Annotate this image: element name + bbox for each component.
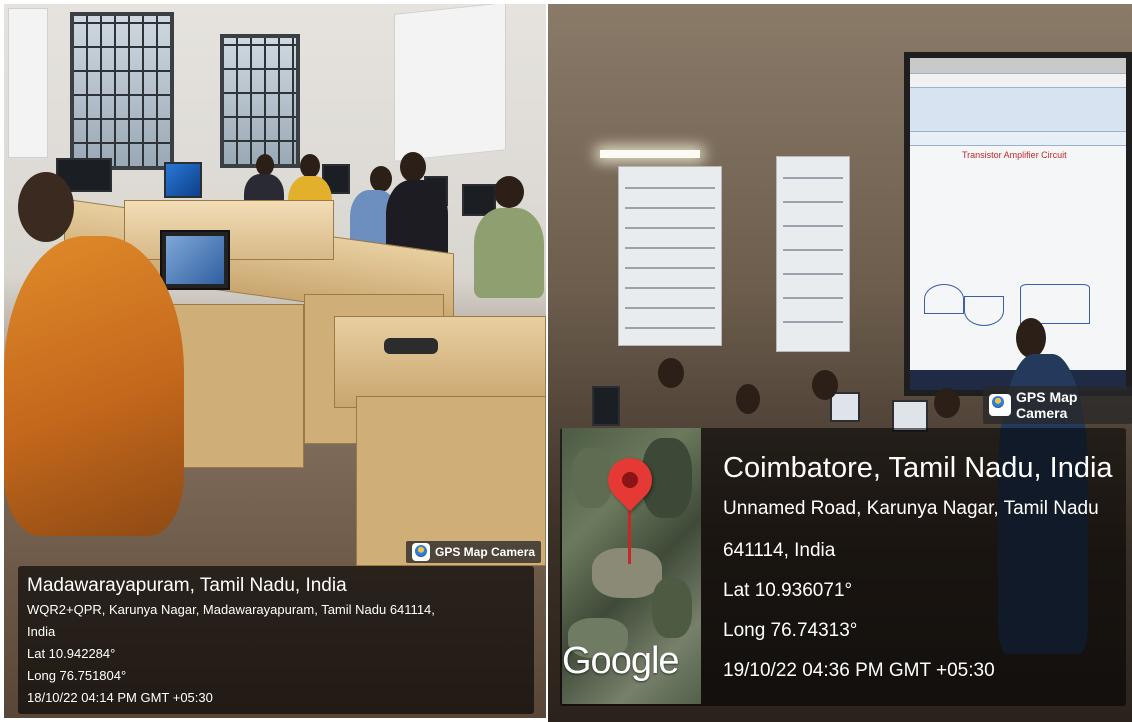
student <box>658 358 684 388</box>
student <box>934 388 960 418</box>
simulator-toolbar <box>910 88 1126 132</box>
timestamp: 18/10/22 04:14 PM GMT +05:30 <box>27 690 213 705</box>
teacher <box>4 236 184 536</box>
browser-tabs <box>910 58 1126 74</box>
student <box>736 384 760 414</box>
gps-map-camera-icon <box>989 394 1011 416</box>
monitor <box>830 392 860 422</box>
mobile-phone <box>384 338 438 354</box>
gps-badge-label: GPS Map Camera <box>435 545 536 559</box>
location-title: Madawarayapuram, Tamil Nadu, India <box>27 575 347 596</box>
gps-badge-label: GPS Map Camera <box>1016 389 1078 421</box>
waveform <box>924 284 964 314</box>
gps-badge-right: GPS Map Camera <box>983 386 1132 424</box>
student <box>256 154 274 176</box>
laptop-screen <box>166 236 224 284</box>
address-line: Unnamed Road, Karunya Nagar, Tamil Nadu <box>723 498 1099 519</box>
projection-title: Transistor Amplifier Circuit <box>962 150 1067 160</box>
gps-map-camera-icon <box>412 543 430 561</box>
address-line: 641114, India <box>723 540 836 561</box>
student <box>400 152 426 182</box>
longitude: Long 76.751804° <box>27 668 127 683</box>
latitude: Lat 10.942284° <box>27 646 116 661</box>
monitor <box>592 386 620 426</box>
wall-poster <box>776 156 850 352</box>
teacher-head <box>18 172 74 242</box>
laptop <box>160 230 230 290</box>
browser-address-bar <box>910 74 1126 88</box>
latitude: Lat 10.936071° <box>723 580 853 601</box>
gps-card-left: Madawarayapuram, Tamil Nadu, India WQR2+… <box>18 566 534 714</box>
address-line: India <box>27 624 56 639</box>
address-line: WQR2+QPR, Karunya Nagar, Madawarayapuram… <box>27 602 435 617</box>
wall-chart <box>8 8 48 158</box>
window-right <box>220 34 300 168</box>
google-logo: Google <box>562 640 680 682</box>
window-left <box>70 12 174 170</box>
monitor <box>164 162 202 198</box>
gps-badge-left: GPS Map Camera <box>406 541 542 563</box>
timestamp: 19/10/22 04:36 PM GMT +05:30 <box>723 660 995 681</box>
teacher-head <box>1016 318 1046 358</box>
student <box>812 370 838 400</box>
longitude: Long 76.74313° <box>723 620 858 641</box>
location-title: Coimbatore, Tamil Nadu, India <box>723 452 1113 484</box>
student <box>474 208 544 298</box>
waveform <box>964 296 1004 326</box>
front-desk <box>334 316 546 408</box>
student <box>370 166 392 192</box>
wall-poster <box>618 166 722 346</box>
component-tabs <box>910 132 1126 146</box>
student <box>494 176 524 208</box>
wall-poster <box>394 4 506 162</box>
ceiling-light <box>600 150 700 158</box>
student <box>300 154 320 178</box>
